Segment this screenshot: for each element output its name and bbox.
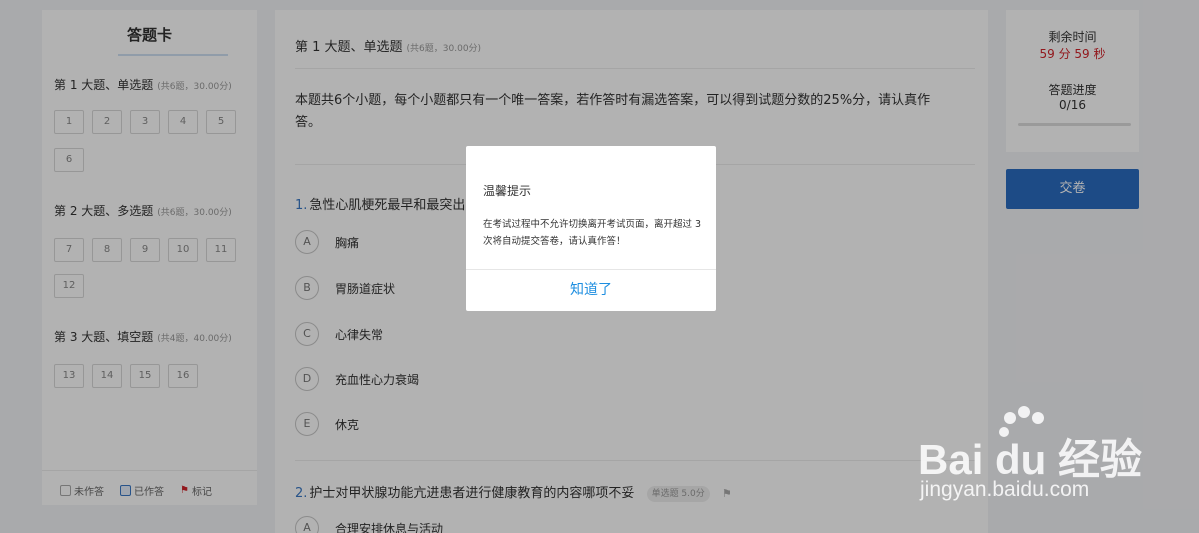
dialog-title: 温馨提示 — [483, 184, 532, 198]
warning-dialog: 温馨提示 在考试过程中不允许切换离开考试页面，离开超过 3 次将自动提交答卷，请… — [466, 146, 716, 311]
dialog-message: 在考试过程中不允许切换离开考试页面，离开超过 3 次将自动提交答卷，请认真作答！ — [483, 219, 702, 247]
baidu-jingyan-watermark: Bai du 经验 jingyan.baidu.com — [918, 400, 1148, 510]
dialog-ok-button[interactable]: 知道了 — [466, 270, 716, 311]
watermark-url: jingyan.baidu.com — [920, 478, 1090, 501]
